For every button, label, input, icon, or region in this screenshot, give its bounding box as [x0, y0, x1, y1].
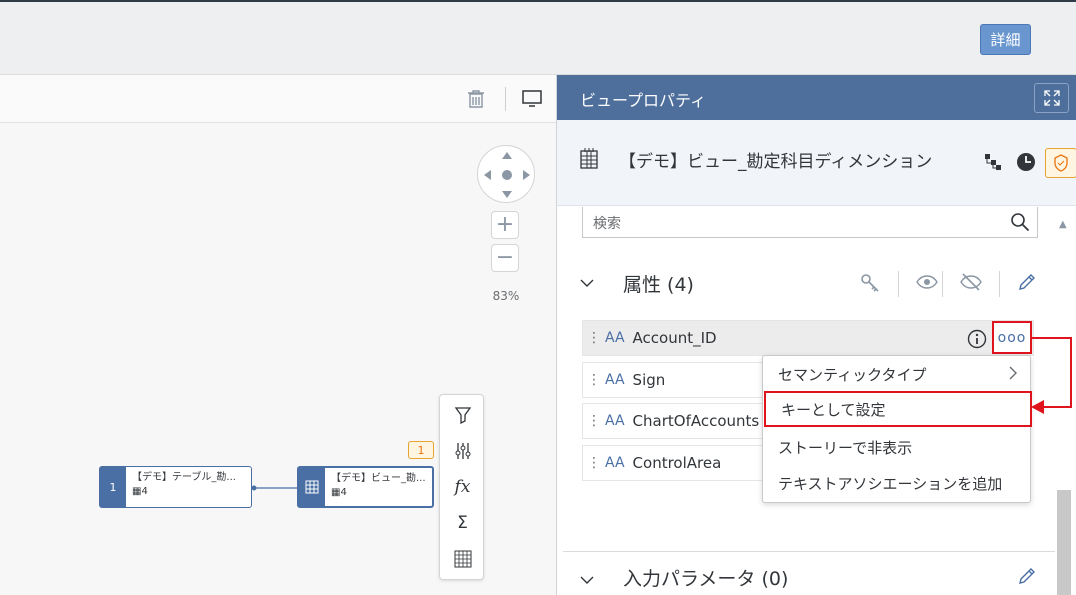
pencil-icon[interactable] — [1018, 567, 1036, 589]
attribute-row[interactable]: ⋮ AA Sign — [582, 362, 763, 398]
text-type-icon: AA — [605, 413, 625, 429]
search-placeholder: 検索 — [593, 216, 621, 232]
node-connector — [251, 485, 298, 491]
attribute-row[interactable]: ⋮ AA Account_ID — [582, 320, 1034, 356]
eye-icon[interactable] — [916, 274, 938, 294]
node-title: 【デモ】ビュー_勘... — [331, 473, 426, 484]
menu-item-label: セマンティックタイプ — [778, 366, 927, 384]
menu-item-hide-in-story[interactable]: ストーリーで非表示 — [763, 429, 1032, 466]
more-options-button[interactable]: ooo — [992, 321, 1032, 354]
fx-icon[interactable]: fx — [440, 471, 485, 503]
text-type-icon: AA — [605, 455, 625, 471]
grid-icon[interactable] — [440, 543, 485, 575]
shield-icon[interactable] — [1045, 148, 1076, 178]
hierarchy-icon[interactable] — [984, 153, 1002, 175]
view-header: 【デモ】ビュー_勘定科目ディメンション — [557, 120, 1076, 206]
sum-icon[interactable]: Σ — [440, 507, 485, 539]
annotation-line — [1032, 337, 1072, 339]
chevron-down-icon[interactable] — [579, 274, 595, 293]
view-node-icon — [299, 468, 325, 506]
sliders-icon[interactable] — [440, 435, 485, 467]
attribute-name: ChartOfAccounts — [632, 412, 760, 430]
attribute-name: ControlArea — [632, 454, 722, 472]
annotation-arrowhead — [1031, 400, 1044, 414]
trash-icon[interactable] — [465, 88, 487, 110]
search-field[interactable]: 検索 — [582, 207, 1038, 238]
panel-header: ビュープロパティ — [557, 75, 1076, 120]
chevron-down-icon[interactable] — [579, 571, 595, 590]
drag-handle-icon[interactable]: ⋮ — [587, 372, 601, 388]
annotation-line — [1042, 406, 1072, 408]
menu-item-set-as-key[interactable]: キーとして設定 — [764, 391, 1032, 427]
canvas-toolbar — [0, 75, 556, 123]
menu-item-semantic-type[interactable]: セマンティックタイプ — [763, 356, 1032, 393]
text-type-icon: AA — [605, 330, 625, 346]
divider — [898, 271, 899, 297]
clock-icon[interactable] — [1016, 152, 1036, 176]
zoom-in-button[interactable]: + — [491, 211, 519, 239]
detail-button[interactable]: 詳細 — [980, 24, 1031, 55]
pencil-icon[interactable] — [1018, 273, 1036, 295]
top-bar: 詳細 — [0, 0, 1076, 75]
node-column-count: 4 — [340, 487, 347, 498]
context-menu: セマンティックタイプ キーとして設定 ストーリーで非表示 テキストアソシエーショ… — [762, 355, 1032, 503]
text-type-icon: AA — [605, 372, 625, 388]
attributes-section-title: 属性 (4) — [623, 274, 694, 296]
scrollbar-thumb[interactable] — [1057, 490, 1071, 595]
building-icon — [579, 147, 599, 173]
view-node[interactable]: 【デモ】ビュー_勘... ▦4 — [297, 466, 434, 508]
menu-item-add-text-association[interactable]: テキストアソシエーションを追加 — [763, 465, 1032, 502]
node-toolbar: fx Σ — [439, 394, 484, 580]
divider — [942, 271, 943, 297]
node-title: 【デモ】テーブル_勘... — [132, 472, 236, 483]
panel-title: ビュープロパティ — [580, 91, 707, 110]
menu-item-label: ストーリーで非表示 — [778, 439, 913, 457]
attribute-name: Account_ID — [632, 329, 717, 347]
expand-icon[interactable] — [1034, 83, 1069, 113]
drag-handle-icon[interactable]: ⋮ — [587, 413, 601, 429]
toolbar-divider — [505, 87, 506, 111]
warning-badge[interactable]: 1 — [408, 441, 434, 459]
pan-navigator[interactable] — [477, 145, 535, 203]
info-icon[interactable] — [967, 329, 987, 353]
monitor-icon[interactable] — [521, 88, 543, 110]
chevron-right-icon — [1008, 365, 1018, 385]
zoom-level: 83% — [492, 289, 520, 303]
filter-icon[interactable] — [440, 399, 485, 431]
search-icon[interactable] — [1010, 212, 1030, 236]
attribute-name: Sign — [632, 371, 666, 389]
attribute-row[interactable]: ⋮ AA ChartOfAccounts — [582, 403, 763, 439]
node-number: 1 — [100, 467, 126, 507]
divider — [999, 271, 1000, 297]
key-icon[interactable] — [859, 272, 881, 298]
node-column-count: 4 — [141, 486, 148, 497]
table-node[interactable]: 1 【デモ】テーブル_勘... ▦4 — [99, 466, 252, 508]
section-divider — [563, 551, 1055, 552]
scroll-up-icon[interactable]: ▲ — [1059, 219, 1067, 230]
drag-handle-icon[interactable]: ⋮ — [587, 330, 601, 346]
annotation-line — [1070, 337, 1072, 408]
menu-item-label: テキストアソシエーションを追加 — [778, 475, 1003, 493]
zoom-out-button[interactable]: − — [491, 244, 519, 272]
eye-hidden-icon[interactable] — [960, 273, 982, 295]
view-name: 【デモ】ビュー_勘定科目ディメンション — [619, 152, 933, 172]
attribute-row[interactable]: ⋮ AA ControlArea — [582, 445, 763, 481]
menu-item-label: キーとして設定 — [781, 400, 886, 419]
drag-handle-icon[interactable]: ⋮ — [587, 455, 601, 471]
input-parameters-section-title: 入力パラメータ (0) — [623, 568, 789, 590]
